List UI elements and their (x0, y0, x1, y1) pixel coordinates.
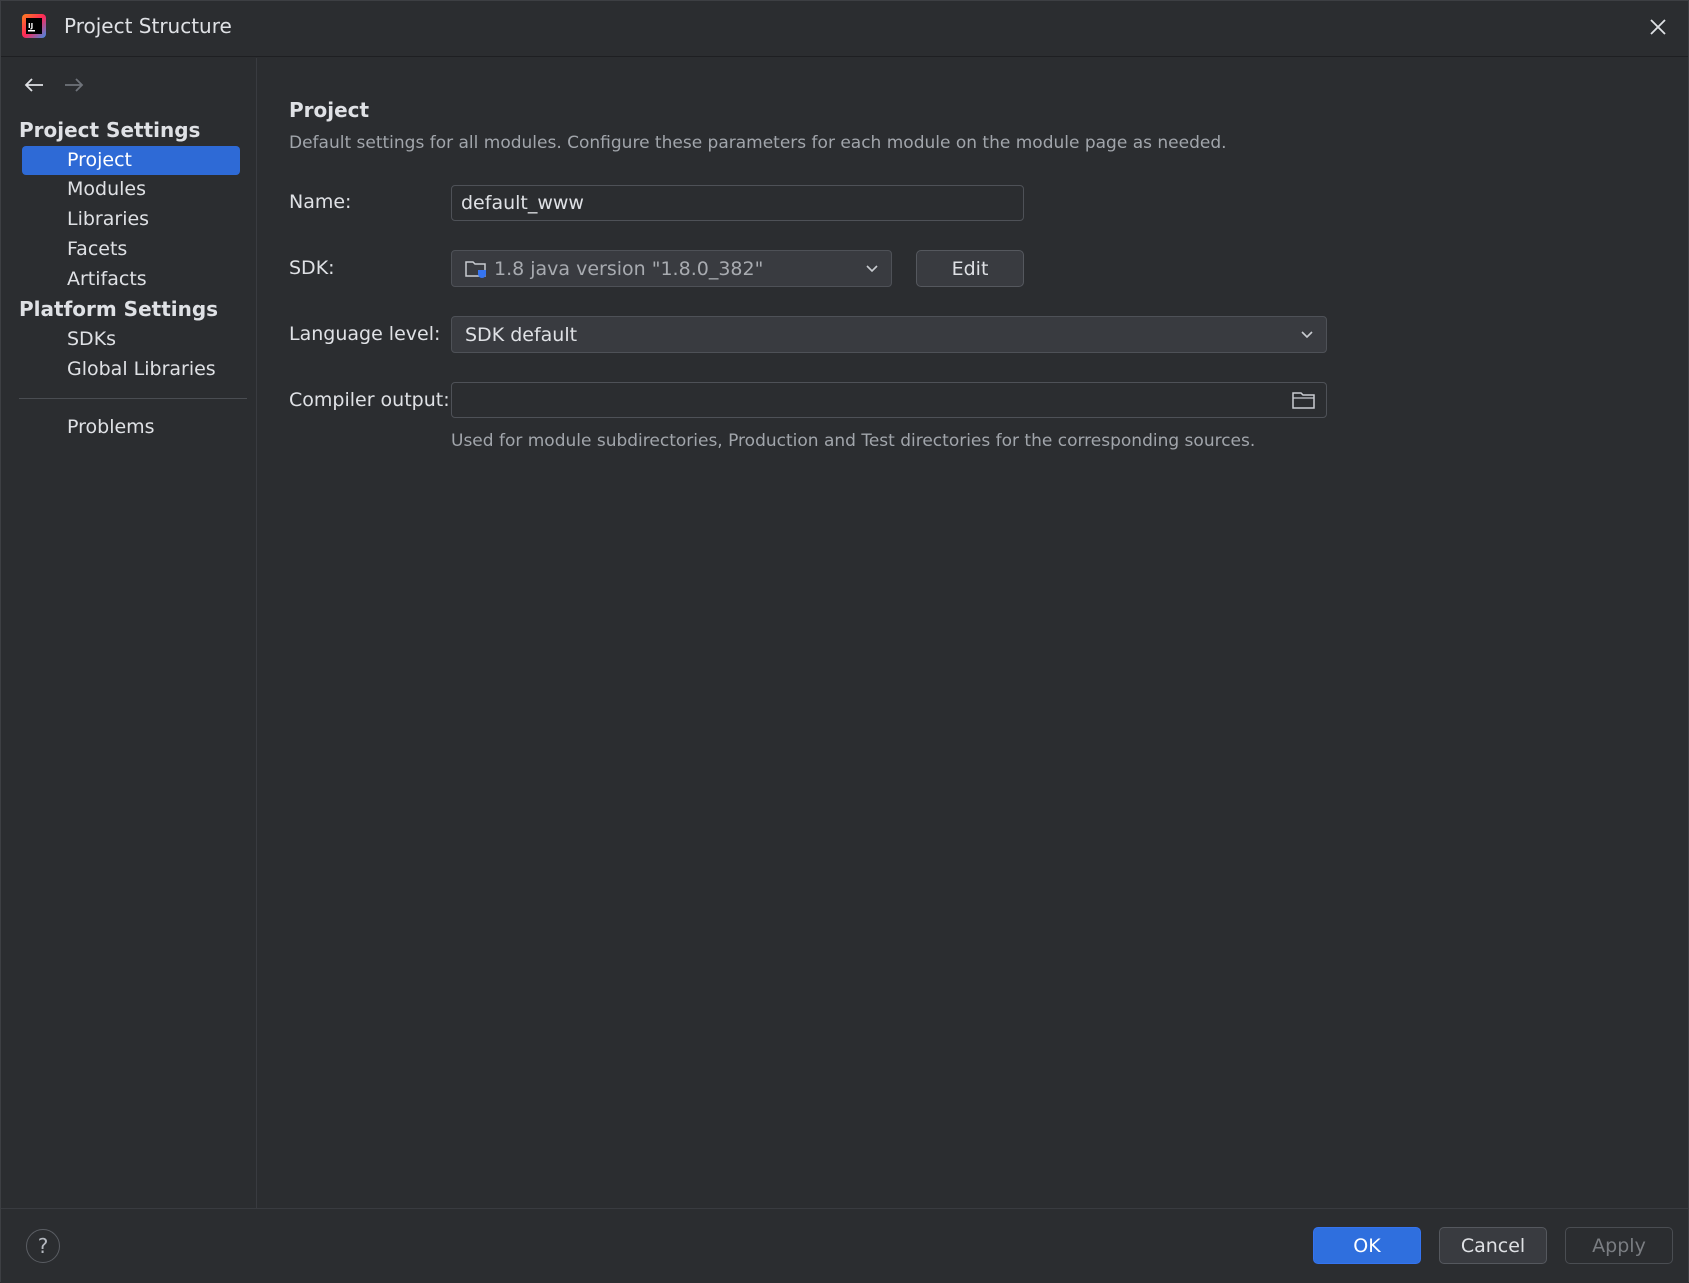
page-description: Default settings for all modules. Config… (289, 133, 1227, 153)
sidebar-item-modules[interactable]: Modules (22, 175, 240, 204)
name-label: Name: (289, 191, 352, 213)
sdk-dropdown[interactable]: 1.8 java version "1.8.0_382" (451, 250, 892, 287)
name-input[interactable] (451, 185, 1024, 221)
sdk-label: SDK: (289, 257, 335, 279)
folder-icon (1292, 392, 1315, 409)
sidebar-item-artifacts[interactable]: Artifacts (22, 265, 240, 294)
compiler-output-hint: Used for module subdirectories, Producti… (451, 431, 1256, 451)
ok-button[interactable]: OK (1313, 1227, 1421, 1264)
chevron-down-icon (866, 264, 878, 272)
browse-folder-button[interactable] (1291, 389, 1317, 411)
sidebar-item-facets[interactable]: Facets (22, 235, 240, 264)
edit-sdk-button[interactable]: Edit (916, 250, 1024, 287)
language-level-label: Language level: (289, 323, 441, 345)
language-level-dropdown[interactable]: SDK default (451, 316, 1327, 353)
page-title: Project (289, 98, 370, 122)
help-icon[interactable]: ? (26, 1229, 60, 1263)
svg-text:IJ: IJ (28, 22, 33, 30)
cancel-button[interactable]: Cancel (1439, 1227, 1547, 1264)
sidebar: Project Settings Project Modules Librari… (1, 58, 257, 1208)
window-title: Project Structure (64, 14, 232, 38)
forward-button[interactable] (61, 72, 87, 98)
close-icon (1650, 19, 1666, 35)
sidebar-item-sdks[interactable]: SDKs (22, 325, 240, 354)
sidebar-item-problems[interactable]: Problems (22, 413, 240, 442)
apply-button[interactable]: Apply (1565, 1227, 1673, 1264)
sidebar-item-project[interactable]: Project (22, 146, 240, 175)
intellij-logo-icon: IJ (22, 14, 46, 38)
compiler-output-input[interactable] (451, 382, 1327, 418)
sdk-value: 1.8 java version "1.8.0_382" (494, 257, 764, 280)
language-level-value: SDK default (465, 323, 578, 346)
sidebar-item-libraries[interactable]: Libraries (22, 205, 240, 234)
dialog-footer: ? OK Cancel Apply (1, 1208, 1688, 1283)
project-settings-header: Project Settings (19, 118, 201, 142)
chevron-down-icon (1301, 330, 1313, 338)
arrow-left-icon (24, 78, 43, 92)
back-button[interactable] (21, 72, 47, 98)
arrow-right-icon (65, 78, 84, 92)
history-navigation (21, 72, 87, 98)
project-structure-dialog: IJ Project Structure Project Settings Pr… (0, 0, 1689, 1283)
sidebar-item-global-libraries[interactable]: Global Libraries (22, 355, 240, 384)
title-bar: IJ Project Structure (1, 1, 1688, 57)
platform-settings-header: Platform Settings (19, 297, 219, 321)
main-content: Project Default settings for all modules… (258, 58, 1688, 1208)
compiler-output-label: Compiler output: (289, 389, 450, 411)
close-button[interactable] (1644, 13, 1672, 41)
sidebar-divider (19, 398, 247, 399)
folder-sdk-icon (465, 260, 486, 278)
